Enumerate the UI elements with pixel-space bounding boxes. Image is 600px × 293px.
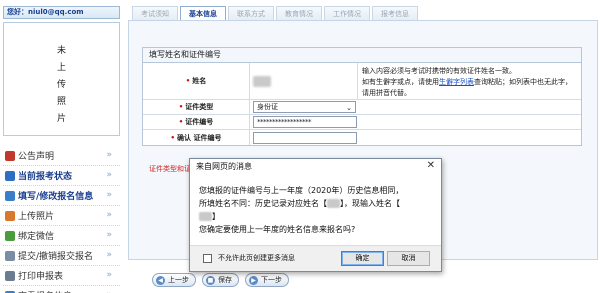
chevron-right-icon: » [106, 270, 112, 280]
sidebar-item[interactable]: 上传照片 » [3, 206, 120, 226]
save-icon: ■ [206, 275, 215, 285]
sidebar-item[interactable]: 提交/撤销报交报名 » [3, 246, 120, 266]
tab-bar: 考试须知 基本信息 联系方式 教育情况 工作情况 报考信息 [132, 6, 420, 21]
redacted-history-name [327, 199, 340, 208]
dialog-title: 来自网页的消息 [190, 159, 441, 174]
tab[interactable]: 教育情况 [276, 6, 322, 21]
sidebar-item-label: 打印申报表 [18, 272, 64, 282]
left-column: 您好：niul0@qq.com 未上传照片 公告声明» 当前报考状态» 填写/修改报… [0, 0, 122, 293]
redacted-current-name [199, 212, 212, 221]
confirm-id-input[interactable] [253, 131, 357, 144]
form-header: 填写姓名和证件编号 [143, 48, 581, 63]
dialog-footer: 不允许此页创建更多消息 确定 取消 [190, 245, 441, 271]
chevron-right-icon: » [106, 150, 112, 160]
sidebar-item[interactable]: 公告声明 » [3, 146, 120, 166]
sidebar-item-label: 公告声明 [18, 152, 55, 162]
arrow-left-icon: ◀ [156, 275, 165, 285]
sidebar-item[interactable]: 打印申报表 » [3, 266, 120, 286]
arrow-right-icon: ▶ [249, 275, 258, 285]
suppress-dialogs-checkbox[interactable] [203, 254, 212, 263]
sidebar-item-label: 提交/撤销报交报名 [18, 252, 94, 262]
menu-item-icon [5, 170, 15, 181]
cancel-button[interactable]: 取消 [387, 251, 430, 266]
id-type-label: • 证件类型 [143, 100, 250, 114]
menu-item-icon [5, 250, 15, 261]
id-type-select[interactable]: 身份证 ⌄ [253, 101, 356, 113]
identity-form: 填写姓名和证件编号 • 姓名 输入内容必须与考试时携带的有效证件姓名一致。 如有生… [142, 47, 582, 146]
close-icon[interactable]: ✕ [427, 160, 435, 171]
message-dialog: 来自网页的消息 ✕ 您填报的证件编号与上一年度（2020年）历史信息相同， 所填… [189, 158, 442, 272]
chevron-right-icon: » [106, 170, 112, 180]
save-button[interactable]: ■ 保存 [202, 273, 239, 287]
sidebar-item[interactable]: 当前报考状态 » [3, 166, 120, 186]
form-row-confirm: • 确认 证件编号 [143, 130, 581, 145]
menu-item-icon [5, 270, 15, 281]
suppress-dialogs-label: 不允许此页创建更多消息 [218, 254, 295, 262]
sidebar-item[interactable]: 绑定微信 » [3, 226, 120, 246]
confirm-id-label: • 确认 证件编号 [143, 130, 250, 145]
prev-button[interactable]: ◀ 上一步 [152, 273, 196, 287]
photo-placeholder: 未上传照片 [3, 22, 120, 136]
sidebar-item-label: 当前报考状态 [18, 172, 73, 182]
photo-placeholder-text: 未上传照片 [56, 46, 66, 124]
tab[interactable]: 基本信息 [180, 6, 226, 21]
sidebar-item-label: 填写/修改报名信息 [18, 192, 94, 202]
sidebar-item-label: 绑定微信 [18, 232, 55, 242]
chevron-down-icon: ⌄ [346, 104, 352, 112]
chevron-right-icon: » [106, 250, 112, 260]
tab[interactable]: 报考信息 [372, 6, 418, 21]
menu-item-icon [5, 210, 15, 221]
side-menu: 公告声明» 当前报考状态» 填写/修改报名信息» 上传照片» 绑定微信» 提交/撤销报交报… [3, 146, 120, 293]
chevron-right-icon: » [106, 230, 112, 240]
user-greeting: 您好：niul0@qq.com [3, 6, 120, 19]
name-note: 输入内容必须与考试时携带的有效证件姓名一致。 如有生僻字或点，请使用生僻字列表查… [362, 67, 572, 97]
tab[interactable]: 联系方式 [228, 6, 274, 21]
tab[interactable]: 考试须知 [132, 6, 178, 21]
menu-item-icon [5, 150, 15, 161]
id-number-input[interactable]: ****************** [253, 116, 357, 128]
sidebar-item[interactable]: 查看报名信息» [3, 286, 120, 293]
nav-button-bar: ◀ 上一步 ■ 保存 ▶ 下一步 [152, 273, 295, 287]
name-input[interactable] [250, 63, 358, 99]
form-row-name: • 姓名 输入内容必须与考试时携带的有效证件姓名一致。 如有生僻字或点，请使用生僻… [143, 63, 581, 100]
redacted-name [253, 75, 271, 87]
chevron-right-icon: » [106, 210, 112, 220]
form-row-id-type: • 证件类型 身份证 ⌄ [143, 100, 581, 115]
name-label: • 姓名 [143, 63, 250, 99]
chevron-right-icon: » [106, 190, 112, 200]
sidebar-item-label: 上传照片 [18, 212, 55, 222]
form-row-id-number: • 证件编号 ****************** [143, 115, 581, 130]
id-number-label: • 证件编号 [143, 115, 250, 129]
dialog-message: 您填报的证件编号与上一年度（2020年）历史信息相同， 所填姓名不同：历史记录对… [199, 186, 404, 234]
tab[interactable]: 工作情况 [324, 6, 370, 21]
sidebar-item[interactable]: 填写/修改报名信息 » [3, 186, 120, 206]
menu-item-icon [5, 190, 15, 201]
next-button[interactable]: ▶ 下一步 [245, 273, 289, 287]
menu-item-icon [5, 230, 15, 241]
rare-char-list-link[interactable]: 生僻字列表 [439, 78, 474, 86]
sidebar-item-label: 查看报名信息 [18, 289, 72, 293]
ok-button[interactable]: 确定 [341, 251, 384, 266]
